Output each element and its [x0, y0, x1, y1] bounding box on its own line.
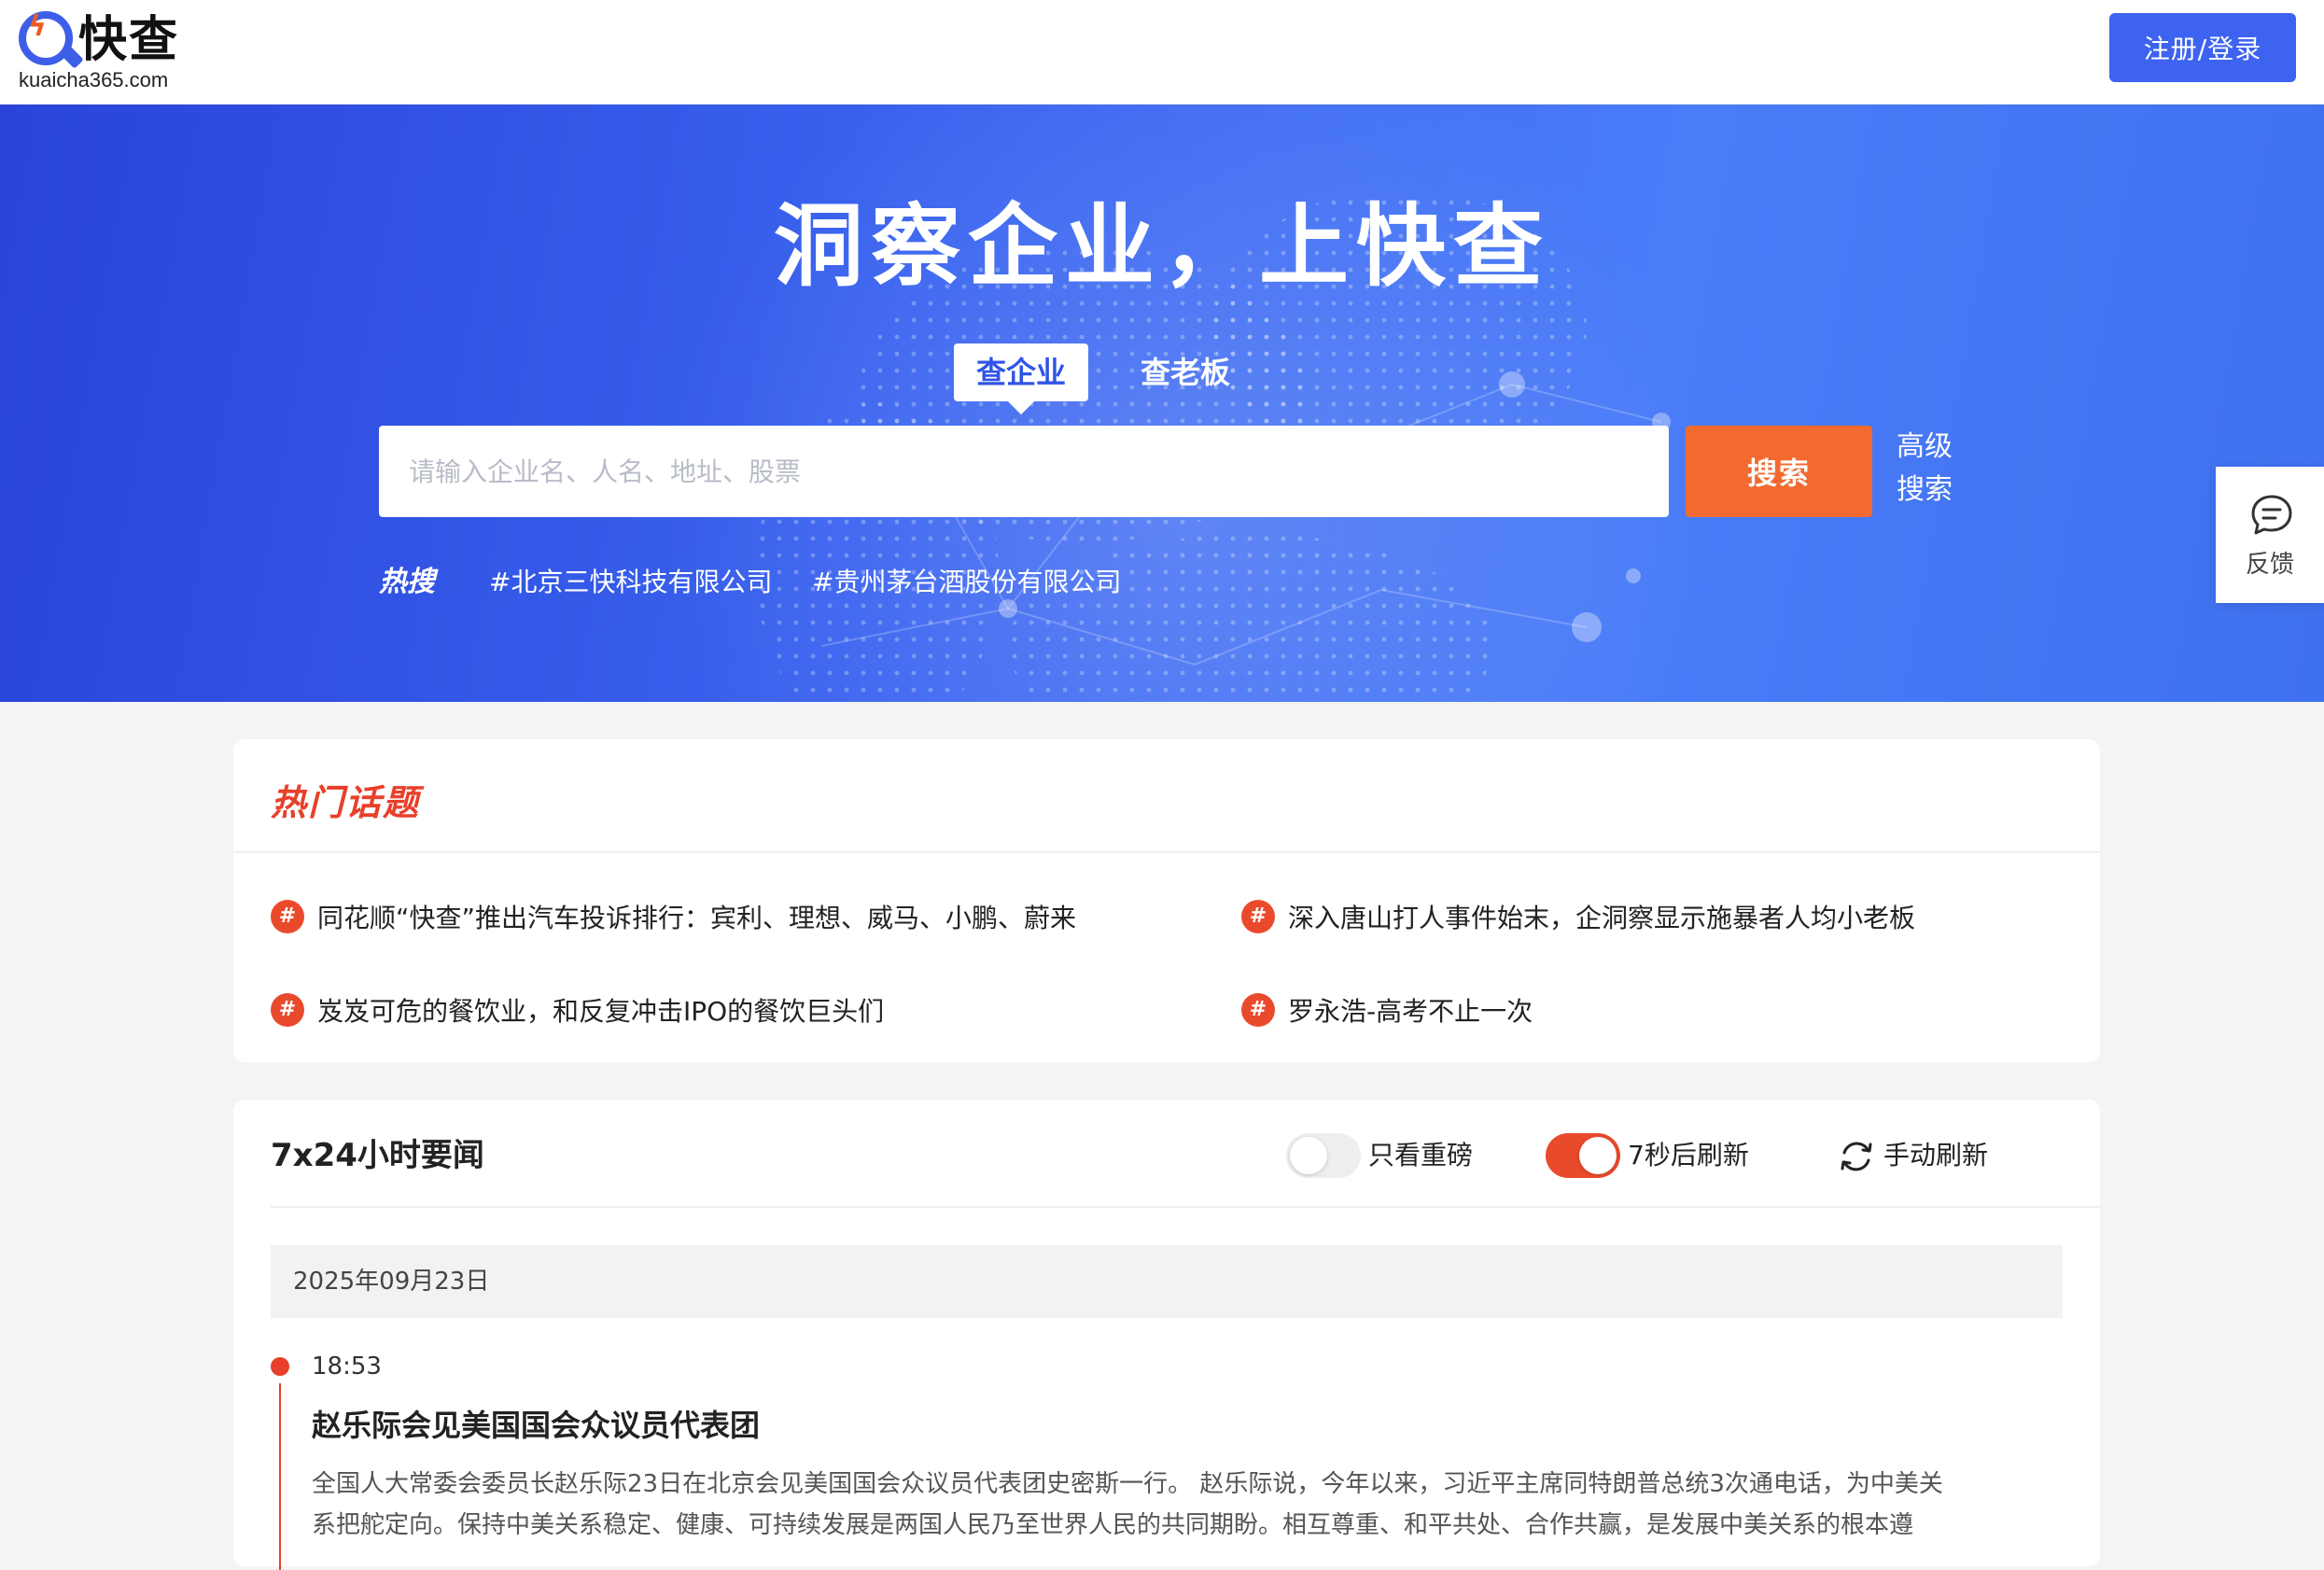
- hot-search-link[interactable]: #北京三快科技有限公司: [489, 562, 772, 603]
- feedback-label: 反馈: [2245, 551, 2294, 579]
- hero-title: 洞察企业，上快查: [774, 194, 1550, 299]
- hot-search-label: 热搜: [379, 566, 435, 598]
- news-date-header: 2025年09月23日: [271, 1245, 2063, 1318]
- divider: [233, 851, 2100, 853]
- refresh-icon[interactable]: [1837, 1137, 1876, 1176]
- topic-item[interactable]: # 岌岌可危的餐饮业，和反复冲击IPO的餐饮巨头们: [271, 989, 884, 1030]
- tab-search-company[interactable]: 查企业: [954, 343, 1088, 401]
- auto-refresh-label: 7秒后刷新: [1628, 1140, 1749, 1170]
- topic-item[interactable]: # 罗永浩-高考不止一次: [1241, 989, 1533, 1030]
- hot-topics-card: 热门话题 # 同花顺“快查”推出汽车投诉排行：宾利、理想、威马、小鹏、蔚来 # …: [233, 739, 2100, 1062]
- search-button[interactable]: 搜索: [1686, 426, 1872, 517]
- auto-refresh-toggle[interactable]: [1546, 1133, 1620, 1178]
- site-logo[interactable]: ϟ 快查 kuaicha365.com: [17, 7, 241, 97]
- hash-badge-icon: #: [1241, 993, 1275, 1027]
- topic-item[interactable]: # 同花顺“快查”推出汽车投诉排行：宾利、理想、威马、小鹏、蔚来: [271, 896, 1076, 937]
- live-news-card: 7x24小时要闻 只看重磅 7秒后刷新 手动刷新 2025年09月23日 18:…: [233, 1100, 2100, 1570]
- topic-item[interactable]: # 深入唐山打人事件始末，企洞察显示施暴者人均小老板: [1241, 896, 1915, 937]
- feedback-button[interactable]: 反馈: [2216, 467, 2324, 603]
- top-header: ϟ 快查 kuaicha365.com 注册/登录: [0, 0, 2324, 105]
- topic-text: 同花顺“快查”推出汽车投诉排行：宾利、理想、威马、小鹏、蔚来: [317, 903, 1077, 933]
- hash-badge-icon: #: [271, 993, 304, 1027]
- news-item-body-line: 系把舵定向。保持中美关系稳定、健康、可持续发展是两国人民乃至世界人民的共同期盼。…: [312, 1511, 1914, 1539]
- hash-badge-icon: #: [1241, 900, 1275, 933]
- news-item-body-line: 全国人大常委会委员长赵乐际23日在北京会见美国国会众议员代表团史密斯一行。 赵乐…: [312, 1470, 1943, 1498]
- search-input[interactable]: [379, 426, 1669, 517]
- topic-text: 罗永浩-高考不止一次: [1288, 996, 1533, 1027]
- brand-name: 快查: [78, 12, 180, 68]
- timeline-dot: [271, 1357, 289, 1376]
- timeline-line: [279, 1383, 281, 1570]
- register-login-button[interactable]: 注册/登录: [2109, 13, 2296, 82]
- manual-refresh-button[interactable]: 手动刷新: [1883, 1133, 1988, 1178]
- hash-badge-icon: #: [271, 900, 304, 933]
- hero-banner: 洞察企业，上快查 查企业 查老板 搜索 高级 搜索 热搜 #北京三快科技有限公司…: [0, 105, 2324, 702]
- news-item-body: 全国人大常委会委员长赵乐际23日在北京会见美国国会众议员代表团史密斯一行。 赵乐…: [312, 1464, 2066, 1546]
- tab-search-boss[interactable]: 查老板: [1141, 343, 1290, 401]
- hot-topics-title: 热门话题: [271, 782, 421, 823]
- toggle-knob: [1290, 1137, 1327, 1174]
- divider: [271, 1206, 2100, 1208]
- only-important-label: 只看重磅: [1368, 1140, 1474, 1170]
- news-item-title[interactable]: 赵乐际会见美国国会众议员代表团: [312, 1402, 760, 1449]
- advanced-search-line1: 高级: [1897, 430, 1953, 463]
- topic-text: 岌岌可危的餐饮业，和反复冲击IPO的餐饮巨头们: [317, 996, 885, 1027]
- news-item-time: 18:53: [312, 1353, 382, 1381]
- hot-search-link[interactable]: #贵州茅台酒股份有限公司: [812, 562, 1121, 603]
- chat-bubble-icon: [2251, 495, 2292, 535]
- live-news-title: 7x24小时要闻: [271, 1137, 484, 1174]
- brand-domain: kuaicha365.com: [19, 68, 169, 91]
- advanced-search-link[interactable]: 高级 搜索: [1897, 426, 1981, 519]
- advanced-search-line2: 搜索: [1897, 473, 1953, 506]
- only-important-toggle[interactable]: [1286, 1133, 1361, 1178]
- toggle-knob: [1579, 1137, 1617, 1174]
- logo-bolt-icon: ϟ: [28, 10, 47, 43]
- topic-text: 深入唐山打人事件始末，企洞察显示施暴者人均小老板: [1288, 903, 1916, 933]
